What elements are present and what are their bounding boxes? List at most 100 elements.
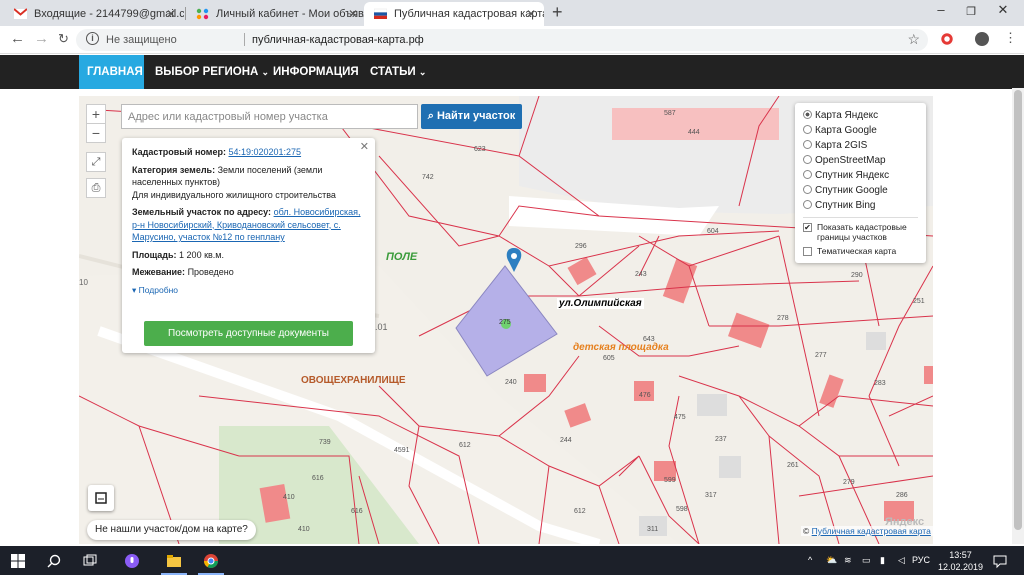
radio-selected[interactable] bbox=[803, 110, 812, 119]
checkbox-checked[interactable]: ✔ bbox=[803, 223, 812, 232]
omnibox[interactable]: i Не защищено публичная-кадастровая-карт… bbox=[76, 29, 928, 51]
nav-region-label: ВЫБОР РЕГИОНА bbox=[155, 66, 259, 78]
radio[interactable] bbox=[803, 185, 812, 194]
survey-value: Проведено bbox=[187, 267, 234, 277]
search-button[interactable]: ⌕ Найти участок bbox=[421, 104, 522, 129]
insecure-label[interactable]: Не защищено bbox=[106, 34, 177, 46]
clock[interactable]: 13:57 12.02.2019 bbox=[938, 549, 983, 573]
chrome-icon[interactable] bbox=[203, 553, 219, 569]
nav-articles[interactable]: СТАТЬИ ⌄ bbox=[370, 66, 426, 78]
bookmark-star-icon[interactable]: ☆ bbox=[907, 31, 920, 48]
layer-option-bing-sat[interactable]: Спутник Bing bbox=[803, 198, 918, 213]
task-view-icon[interactable] bbox=[82, 553, 98, 569]
nav-home[interactable]: ГЛАВНАЯ bbox=[87, 66, 143, 78]
map-label-left: 10 bbox=[79, 278, 88, 287]
tray-chevron-icon[interactable]: ^ bbox=[808, 555, 812, 565]
parcel-number: 283 bbox=[874, 380, 886, 387]
zoom-out-button[interactable]: − bbox=[86, 123, 106, 143]
layer-option-yandex-sat[interactable]: Спутник Яндекс bbox=[803, 168, 918, 183]
profile-avatar-icon[interactable] bbox=[975, 32, 989, 46]
checkbox[interactable] bbox=[803, 247, 812, 256]
battery-icon[interactable]: ▮ bbox=[880, 555, 885, 566]
language-indicator[interactable]: РУС bbox=[912, 555, 930, 565]
tab-title: Публичная кадастровая карта Р bbox=[394, 8, 544, 20]
restore-button[interactable]: ❐ bbox=[956, 5, 986, 18]
layer-option-google-sat[interactable]: Спутник Google bbox=[803, 183, 918, 198]
file-explorer-icon[interactable] bbox=[166, 553, 182, 569]
parcel-number: 643 bbox=[643, 336, 655, 343]
app-grid-icon bbox=[196, 8, 209, 20]
page-scrollbar[interactable] bbox=[1012, 88, 1024, 544]
tab-cabinet[interactable]: Личный кабинет - Мои объявл ✕ bbox=[186, 2, 366, 26]
view-documents-button[interactable]: Посмотреть доступные документы bbox=[144, 321, 353, 346]
forward-arrow-icon[interactable]: → bbox=[34, 30, 49, 47]
layer-option-yandex-map[interactable]: Карта Яндекс bbox=[803, 108, 918, 123]
radio[interactable] bbox=[803, 200, 812, 209]
nav-region-select[interactable]: ВЫБОР РЕГИОНА ⌄ bbox=[155, 66, 269, 78]
show-borders-option[interactable]: ✔ Показать кадастровые границы участков bbox=[803, 222, 918, 242]
copyright: © Публичная кадастровая карта bbox=[801, 526, 933, 536]
parcel-number: 598 bbox=[676, 506, 688, 513]
extension-target-icon[interactable] bbox=[940, 32, 954, 46]
parcel-number: 612 bbox=[459, 442, 471, 449]
cadastral-label: Кадастровый номер: bbox=[132, 147, 226, 157]
tray-app-icon[interactable]: ⛅ bbox=[826, 555, 837, 566]
url-text[interactable]: публичная-кадастровая-карта.рф bbox=[252, 34, 424, 46]
wifi-icon[interactable]: ≋ bbox=[844, 555, 852, 566]
parcel-number: 278 bbox=[777, 315, 789, 322]
zoom-in-button[interactable]: + bbox=[86, 104, 106, 124]
chevron-down-icon: ⌄ bbox=[418, 67, 427, 77]
map-canvas[interactable]: + − ⤢ ⎙ ⌕ Найти участок ✕ Кадастровый но… bbox=[79, 96, 933, 544]
chevron-down-icon: ⌄ bbox=[261, 67, 270, 77]
radio[interactable] bbox=[803, 125, 812, 134]
close-icon[interactable]: ✕ bbox=[348, 2, 358, 26]
layer-option-google-map[interactable]: Карта Google bbox=[803, 123, 918, 138]
cortana-mic-icon[interactable] bbox=[124, 553, 140, 569]
notifications-icon[interactable] bbox=[992, 553, 1008, 569]
tab-cadastral-map[interactable]: Публичная кадастровая карта Р ✕ bbox=[364, 2, 544, 26]
windows-start-icon[interactable] bbox=[10, 553, 26, 569]
copyright-link[interactable]: Публичная кадастровая карта bbox=[812, 526, 931, 536]
layer-option-osm[interactable]: OpenStreetMap bbox=[803, 153, 918, 168]
windows-taskbar: ^ ⛅ ≋ ▭ ▮ ◁ РУС 13:57 12.02.2019 bbox=[0, 546, 1024, 575]
thematic-map-option[interactable]: Тематическая карта bbox=[803, 246, 918, 256]
close-icon[interactable]: ✕ bbox=[526, 2, 536, 26]
checkbox-label: Показать кадастровые границы участков bbox=[817, 222, 907, 242]
tab-gmail[interactable]: Входящие - 2144799@gmail.com ✕ bbox=[4, 2, 184, 26]
search-input[interactable] bbox=[121, 104, 418, 129]
details-toggle[interactable]: ▾ Подробно bbox=[132, 284, 365, 297]
radio[interactable] bbox=[803, 170, 812, 179]
parcel-number: 4591 bbox=[394, 447, 410, 454]
legend-button[interactable] bbox=[88, 485, 114, 511]
area-label: Площадь: bbox=[132, 249, 177, 260]
menu-dots-icon[interactable]: ⋮ bbox=[1004, 30, 1017, 46]
back-arrow-icon[interactable]: ← bbox=[10, 30, 25, 47]
radio[interactable] bbox=[803, 140, 812, 149]
minimize-button[interactable]: – bbox=[926, 2, 956, 17]
info-icon[interactable]: i bbox=[86, 32, 99, 45]
layer-label: Спутник Bing bbox=[815, 200, 876, 211]
reload-icon[interactable]: ↻ bbox=[58, 31, 69, 47]
search-icon[interactable] bbox=[46, 553, 62, 569]
legend-icon bbox=[95, 492, 107, 504]
close-icon[interactable]: ✕ bbox=[360, 141, 369, 154]
fullscreen-icon[interactable]: ⤢ bbox=[86, 152, 106, 172]
category-label: Категория земель: bbox=[132, 164, 216, 175]
parcel-number: 616 bbox=[351, 508, 363, 515]
new-tab-button[interactable]: + bbox=[552, 2, 563, 23]
scrollbar-thumb[interactable] bbox=[1014, 90, 1022, 530]
parcel-number: 605 bbox=[603, 355, 615, 362]
layer-option-2gis-map[interactable]: Карта 2GIS bbox=[803, 138, 918, 153]
cadastral-number-link[interactable]: 54:19:020201:275 bbox=[228, 147, 301, 157]
not-found-button[interactable]: Не нашли участок/дом на карте? bbox=[87, 520, 256, 540]
network-icon[interactable]: ▭ bbox=[862, 555, 871, 566]
volume-icon[interactable]: ◁ bbox=[898, 555, 905, 566]
nav-info[interactable]: ИНФОРМАЦИЯ bbox=[273, 66, 359, 78]
checkbox-label: Тематическая карта bbox=[817, 246, 897, 256]
selected-parcel-label: 275 bbox=[499, 319, 511, 326]
use-value: Для индивидуального жилищного строительс… bbox=[132, 189, 336, 200]
radio[interactable] bbox=[803, 155, 812, 164]
window-close-button[interactable]: ✕ bbox=[988, 2, 1018, 18]
close-icon[interactable]: ✕ bbox=[166, 2, 176, 26]
print-icon[interactable]: ⎙ bbox=[86, 178, 106, 198]
